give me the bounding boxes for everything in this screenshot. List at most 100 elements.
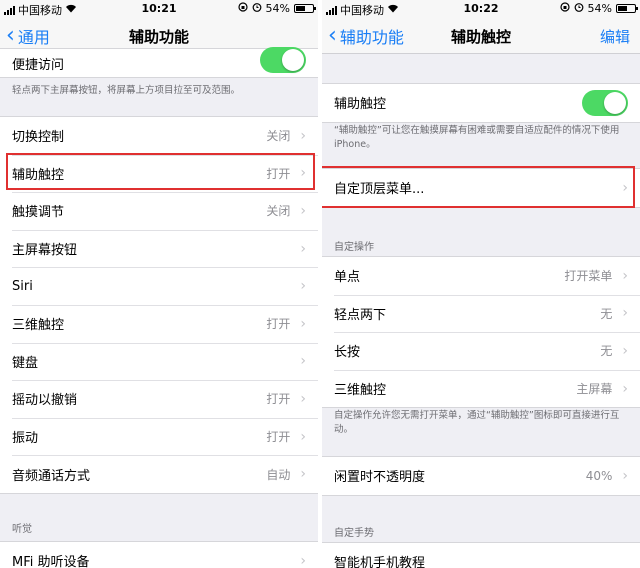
list-item[interactable]: MFi 助听设备 › xyxy=(0,542,318,568)
list-item[interactable]: Siri › xyxy=(0,267,318,305)
chevron-right-icon: › xyxy=(622,342,628,359)
list-item-label: 长按 xyxy=(334,345,361,361)
back-button[interactable]: ‹ 通用 xyxy=(6,24,50,48)
idle-opacity-value: 40% xyxy=(585,468,613,483)
idle-opacity-label: 闲置时不透明度 xyxy=(334,470,426,486)
battery-icon xyxy=(616,4,638,13)
customize-menu-label: 自定顶层菜单... xyxy=(334,182,425,198)
hearing-list: MFi 助听设备 › xyxy=(0,541,318,568)
orientation-lock-icon xyxy=(559,2,570,15)
list-item-value: 主屏幕 xyxy=(576,382,613,397)
battery-percent: 54% xyxy=(265,2,290,15)
list-item[interactable]: 单点 打开菜单 › xyxy=(322,257,640,295)
alarm-icon xyxy=(574,2,584,15)
gesture-row[interactable]: 智能机手机教程 xyxy=(322,543,640,568)
custom-gestures-header: 自定手势 xyxy=(334,528,374,539)
idle-opacity-row[interactable]: 闲置时不透明度 40% › xyxy=(322,457,640,495)
list-item-value: 自动 xyxy=(266,467,291,482)
opacity-group: 闲置时不透明度 40% › xyxy=(322,456,640,496)
back-label: 辅助功能 xyxy=(339,28,404,47)
reachability-note: 轻点两下主屏幕按钮，将屏幕上方项目拉至可及范围。 xyxy=(12,85,241,96)
list-item-label: 切换控制 xyxy=(12,130,65,146)
chevron-right-icon: › xyxy=(300,315,306,332)
chevron-right-icon: › xyxy=(300,552,306,568)
list-item[interactable]: 主屏幕按钮 › xyxy=(0,229,318,268)
back-button[interactable]: ‹ 辅助功能 xyxy=(328,24,404,48)
status-bar: 中国移动 10:21 54% xyxy=(0,0,318,18)
back-label: 通用 xyxy=(17,28,50,47)
chevron-right-icon: › xyxy=(300,466,306,483)
list-item[interactable]: 长按 无 › xyxy=(322,332,640,370)
custom-actions-header: 自定操作 xyxy=(334,242,374,253)
list-item[interactable]: 三维触控 主屏幕 › xyxy=(322,369,640,408)
back-chevron-icon: ‹ xyxy=(328,23,337,48)
custom-gestures-list: 智能机手机教程 xyxy=(322,542,640,568)
list-item-value: 打开 xyxy=(266,317,291,332)
chevron-right-icon: › xyxy=(622,305,628,322)
list-item-value: 无 xyxy=(600,344,613,359)
menu-group: 自定顶层菜单... › xyxy=(322,168,640,208)
chevron-right-icon: › xyxy=(622,267,628,284)
custom-actions-list: 单点 打开菜单 › 轻点两下无 › 长按无 › 三维触控 主屏幕 › xyxy=(322,256,640,409)
customize-menu-row[interactable]: 自定顶层菜单... › xyxy=(322,169,640,207)
reachability-group: 便捷访问 xyxy=(0,47,318,78)
list-item-value: 无 xyxy=(600,306,613,321)
list-item-label: 三维触控 xyxy=(12,318,65,334)
list-item-value: 关闭 xyxy=(266,204,291,219)
back-chevron-icon: ‹ xyxy=(6,23,15,48)
list-item-label: 三维触控 xyxy=(334,383,387,399)
assistivetouch-note: “辅助触控”可让您在触摸屏幕有困难或需要自适应配件的情况下使用 iPhone。 xyxy=(334,125,620,150)
chevron-right-icon: › xyxy=(622,467,628,484)
list-item-value: 打开菜单 xyxy=(564,269,613,284)
chevron-right-icon: › xyxy=(300,202,306,219)
alarm-icon xyxy=(252,2,262,15)
list-item-label: 振动 xyxy=(12,431,39,447)
list-item-value: 打开 xyxy=(266,392,291,407)
chevron-right-icon: › xyxy=(300,428,306,445)
gesture-label: 智能机手机教程 xyxy=(334,556,426,568)
list-item[interactable]: 摇动以撤销 打开 › xyxy=(0,380,318,418)
edit-button[interactable]: 编辑 xyxy=(600,26,630,47)
chevron-right-icon: › xyxy=(300,278,306,295)
reachability-row: 便捷访问 xyxy=(0,47,318,77)
right-screen: 中国移动 10:22 54% ‹ 辅助功能 辅助触控 编辑 辅助触控 “辅助触控… xyxy=(322,0,640,568)
list-item[interactable]: 键盘 › xyxy=(0,342,318,381)
list-item-label: 键盘 xyxy=(12,355,39,371)
reachability-label: 便捷访问 xyxy=(12,57,65,73)
list-item-value: 打开 xyxy=(266,166,291,181)
status-bar: 中国移动 10:22 54% xyxy=(322,0,640,18)
list-item-value: 打开 xyxy=(266,430,291,445)
list-item[interactable]: 触摸调节 关闭 › xyxy=(0,192,318,230)
chevron-right-icon: › xyxy=(622,380,628,397)
chevron-right-icon: › xyxy=(300,127,306,144)
list-item[interactable]: 三维触控 打开 › xyxy=(0,304,318,343)
left-screen: 中国移动 10:21 54% ‹ 通用 辅助功能 便捷访问 轻点两下主屏幕按钮，… xyxy=(0,0,318,568)
list-item-label: Siri xyxy=(12,278,33,294)
list-item[interactable]: 切换控制 关闭 › xyxy=(0,117,318,155)
chevron-right-icon: › xyxy=(300,165,306,182)
list-item-label: 辅助触控 xyxy=(12,167,65,183)
reachability-toggle[interactable] xyxy=(260,47,306,73)
chevron-right-icon: › xyxy=(300,353,306,370)
hearing-header: 听觉 xyxy=(12,524,32,535)
assistivetouch-toggle[interactable] xyxy=(582,89,628,116)
battery-percent: 54% xyxy=(587,2,612,15)
list-item-label: 音频通话方式 xyxy=(12,468,91,484)
list-item-value: 关闭 xyxy=(266,129,291,144)
list-item[interactable]: 辅助触控 打开 › xyxy=(0,154,318,193)
list-item[interactable]: 音频通话方式 自动 › xyxy=(0,455,318,493)
list-item-label: 单点 xyxy=(334,270,361,286)
list-item-label: 轻点两下 xyxy=(334,307,387,323)
custom-actions-note: 自定操作允许您无需打开菜单，通过“辅助触控”图标即可直接进行互动。 xyxy=(334,410,620,435)
chevron-right-icon: › xyxy=(300,240,306,257)
assistivetouch-row: 辅助触控 xyxy=(322,84,640,122)
assistivetouch-toggle-group: 辅助触控 xyxy=(322,83,640,123)
list-item[interactable]: 振动 打开 › xyxy=(0,417,318,456)
list-item[interactable]: 轻点两下 无 › xyxy=(322,294,640,333)
list-item-label: MFi 助听设备 xyxy=(12,555,90,568)
chevron-right-icon: › xyxy=(300,390,306,407)
list-item-label: 触摸调节 xyxy=(12,205,65,221)
orientation-lock-icon xyxy=(237,2,248,15)
list-item-label: 摇动以撤销 xyxy=(12,393,78,409)
settings-list: 切换控制 关闭 › 辅助触控 打开 › 触摸调节 关闭 › 主屏幕按钮 › Siri › 三维触控 打开 › 键… xyxy=(0,116,318,494)
